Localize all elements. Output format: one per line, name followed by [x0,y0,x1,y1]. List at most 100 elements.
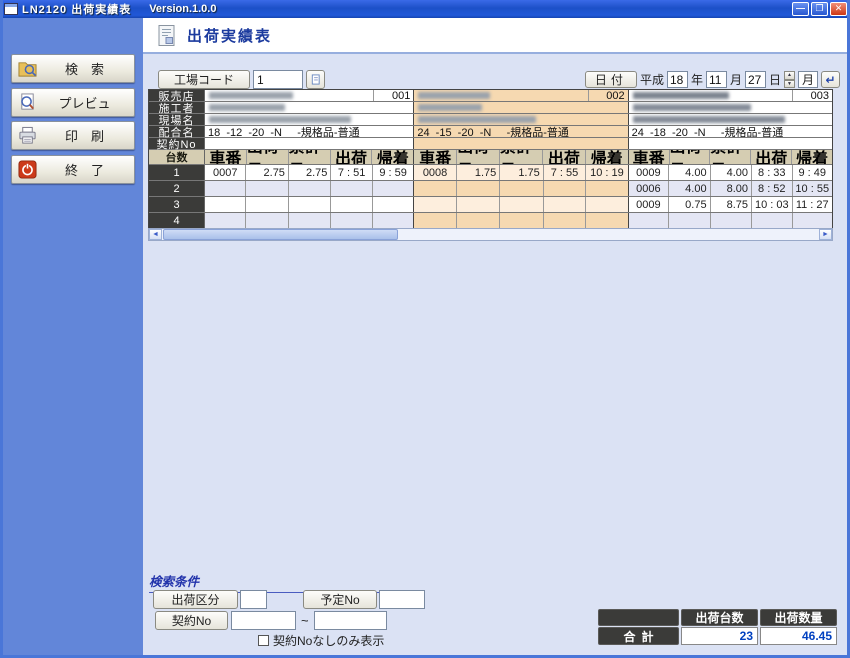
cell: 0008 [414,165,455,180]
contract-no-to-input[interactable] [314,611,387,630]
no-contract-checkbox[interactable] [258,635,269,646]
no-contract-checkbox-label: 契約Noなしのみ表示 [273,632,384,649]
factory-code-button[interactable]: 工場コード [158,70,250,89]
contract-no-button[interactable]: 契約No [155,611,228,630]
mix-name: 24 -15 -20 -N -規格品-普通 [414,126,569,137]
cell [751,213,791,229]
month-unit-label: 月 [730,71,742,88]
cell [792,213,832,229]
close-button[interactable]: ✕ [830,2,847,16]
scrollbar-thumb[interactable] [163,229,398,240]
month-input[interactable] [706,71,727,88]
preview-button[interactable]: プレビュ [11,88,135,117]
cell [499,197,542,212]
weekday-box: 月 [798,71,818,88]
maximize-button[interactable]: ❐ [811,2,828,16]
day-input[interactable] [745,71,766,88]
factory-code-input[interactable] [253,70,303,89]
factory-lookup-button[interactable] [306,70,325,89]
print-button[interactable]: 印 刷 [11,121,135,150]
range-separator: ~ [301,613,309,628]
spin-up-icon[interactable]: ▲ [784,71,795,80]
col-header: 累計量 [288,150,330,164]
search-folder-icon [18,59,37,78]
cell [245,197,287,212]
minimize-button[interactable]: — [792,2,809,16]
ship-class-input[interactable] [240,590,267,609]
cell [585,181,627,196]
totals-panel: 出荷台数 出荷数量 合計 23 46.45 [598,609,837,645]
cell [414,181,455,196]
horizontal-scrollbar[interactable]: ◄ ► [148,228,833,241]
search-row-2: 契約No ~ [155,611,387,630]
cell: 9 : 49 [792,165,832,180]
cell: 10 : 19 [585,165,627,180]
cell: 2.75 [245,165,287,180]
cell [288,197,330,212]
cell [372,213,413,229]
total-label: 合計 [598,627,679,645]
cell [245,213,287,229]
sidebar: 検 索 プレビュ 印 刷 [0,18,143,658]
main-area: 出荷実績表 工場コード 日付 平成 年 月 日 [143,18,850,658]
scroll-right-icon[interactable]: ► [819,229,832,240]
contract-no-row-label: 契約No [149,138,205,149]
date-button[interactable]: 日付 [585,71,637,88]
redacted-text [209,104,285,111]
cell [414,197,455,212]
cell [205,181,245,196]
cell: 10 : 03 [751,197,791,212]
col-header: 車番 [414,150,456,164]
schedule-no-input[interactable] [379,590,425,609]
ship-class-button[interactable]: 出荷区分 [153,590,238,609]
col-header: 帰着 [371,150,413,164]
page-header: 出荷実績表 [143,18,850,54]
redacted-text [418,92,490,99]
table-row: 2 00064.008.008 : 5210 : 55 [149,181,832,197]
cell [629,213,668,229]
cell [372,181,413,196]
shipment-table: 販売店 001 002 003 施工者 現場名 配合名 [148,89,833,230]
mix-name: 18 -12 -20 -N -規格品-普通 [205,126,360,137]
redacted-text [633,92,729,99]
cell: 7 : 51 [330,165,371,180]
day-unit-label: 日 [769,71,781,88]
exit-button[interactable]: 終 了 [11,155,135,184]
spin-down-icon[interactable]: ▼ [784,80,795,89]
print-button-label: 印 刷 [41,126,128,145]
col-header: 出荷量 [669,150,710,164]
era-label: 平成 [640,71,664,88]
table-row: 4 [149,213,832,229]
search-button[interactable]: 検 索 [11,54,135,83]
row-number: 2 [149,181,205,196]
contract-no-from-input[interactable] [231,611,296,630]
app-icon [4,3,18,15]
cell: 1.75 [456,165,499,180]
cell [245,181,287,196]
scroll-left-icon[interactable]: ◄ [149,229,162,240]
redacted-text [633,116,785,123]
col-header: 出荷量 [456,150,499,164]
cell: 2.75 [288,165,330,180]
ship-count-value: 23 [681,627,758,645]
date-row: 日付 平成 年 月 日 ▲ ▼ 月 ↵ [585,70,840,89]
cell: 8.75 [710,197,751,212]
cell: 4.00 [668,165,709,180]
table-row: 1 00072.752.757 : 519 : 59 00081.751.757… [149,165,832,181]
date-apply-button[interactable]: ↵ [821,71,840,88]
col-header: 車番 [205,150,246,164]
table-row: 3 00090.758.7510 : 0311 : 27 [149,197,832,213]
col-header: 帰着 [585,150,628,164]
cell: 10 : 55 [792,181,832,196]
cell: 0006 [629,181,668,196]
year-unit-label: 年 [691,71,703,88]
search-button-label: 検 索 [41,59,128,78]
redacted-text [209,116,351,123]
preview-icon [18,93,37,112]
col-header: 出荷 [542,150,585,164]
power-icon [18,160,37,179]
date-spinner[interactable]: ▲ ▼ [784,71,795,88]
schedule-no-button[interactable]: 予定No [303,590,377,609]
year-input[interactable] [667,71,688,88]
redacted-text [209,92,293,99]
